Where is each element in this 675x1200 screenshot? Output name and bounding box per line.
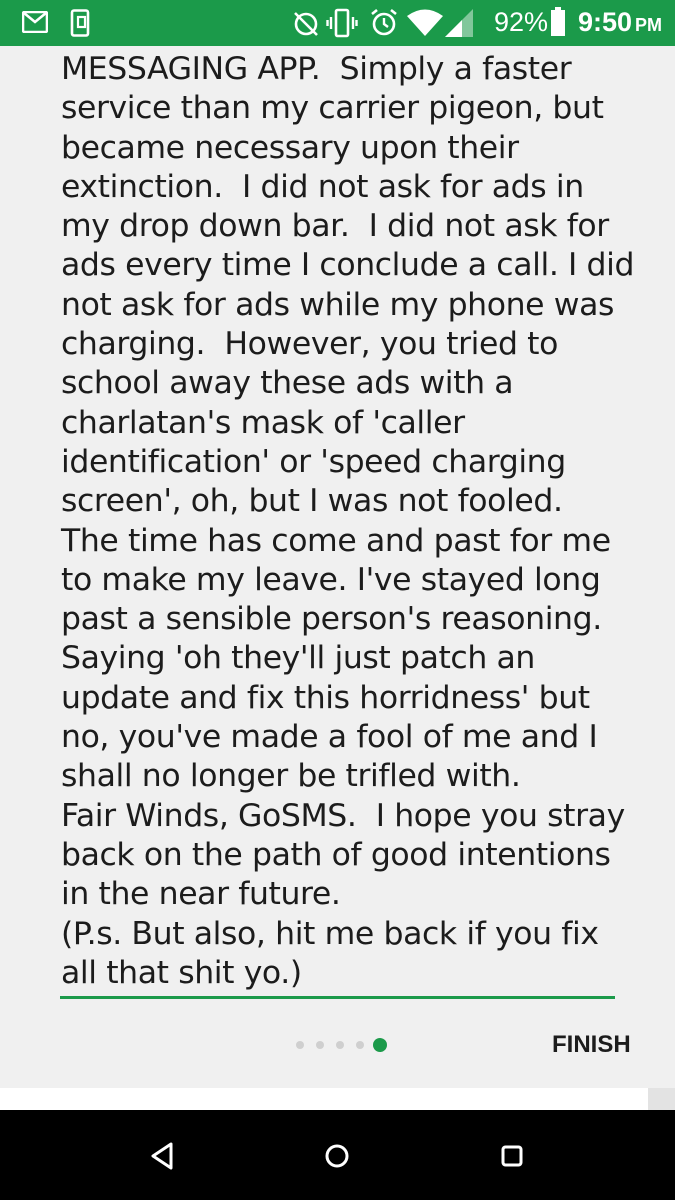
recents-icon[interactable] (494, 1138, 530, 1174)
clock: 9:50 PM (578, 7, 662, 38)
back-icon[interactable] (145, 1138, 181, 1174)
message-line: Fair Winds, GoSMS. I hope you stray (61, 797, 625, 834)
page-dot-active (373, 1038, 387, 1052)
message-line: charging. However, you tried to (61, 326, 558, 363)
device-screenshot-icon (70, 9, 90, 37)
message-line: update and fix this horridness' but (61, 679, 590, 716)
message-line: charlatan's mask of 'caller (61, 404, 465, 441)
navigation-bar (0, 1110, 675, 1200)
bottom-panel (0, 1088, 648, 1110)
message-line: screen', oh, but I was not fooled. (61, 483, 563, 520)
page-dot (336, 1041, 344, 1049)
page-dot (316, 1041, 324, 1049)
text-field-underline (60, 996, 615, 999)
message-line: MESSAGING APP. Simply a faster (61, 51, 572, 87)
message-line: to make my leave. I've stayed long (61, 561, 601, 598)
message-line: identification' or 'speed charging (61, 443, 566, 480)
page-dot (296, 1041, 304, 1049)
message-line: all that shit yo.) (61, 954, 302, 991)
status-bar: 92% 9:50 PM (0, 0, 675, 46)
sync-off-icon (294, 12, 318, 36)
message-line: not ask for ads while my phone was (61, 286, 615, 323)
message-line: no, you've made a fool of me and I (61, 719, 598, 756)
clock-time: 9:50 (578, 7, 633, 37)
home-icon[interactable] (319, 1138, 355, 1174)
message-line: (P.s. But also, hit me back if you fix (61, 915, 599, 952)
battery-icon (551, 7, 565, 36)
alarm-icon (371, 8, 397, 36)
onboarding-page: MESSAGING APP. Simply a faster service th… (0, 46, 675, 1088)
message-line: ads every time I conclude a call. I did (61, 247, 635, 284)
message-line: school away these ads with a (61, 365, 514, 402)
message-line: back on the path of good intentions (61, 836, 611, 873)
wifi-icon (407, 9, 443, 36)
message-line: past a sensible person's reasoning. (61, 601, 602, 638)
message-line: extinction. I did not ask for ads in (61, 168, 584, 205)
message-line: service than my carrier pigeon, but (61, 90, 604, 127)
cell-signal-icon (445, 9, 473, 37)
message-line: Saying 'oh they'll just patch an (61, 640, 535, 677)
clock-ampm: PM (635, 15, 663, 35)
battery-percent: 92% (494, 7, 549, 37)
message-line: became necessary upon their (61, 129, 519, 166)
message-line: in the near future. (61, 876, 341, 913)
message-line: shall no longer be trifled with. (61, 758, 521, 795)
message-line: my drop down bar. I did not ask for (61, 208, 609, 245)
message-textarea[interactable]: MESSAGING APP. Simply a faster service th… (61, 50, 635, 993)
vibrate-icon (326, 8, 358, 38)
finish-button[interactable]: FINISH (548, 1028, 635, 1062)
message-line: The time has come and past for me (61, 522, 611, 559)
page-dot (356, 1041, 364, 1049)
gmail-icon (22, 11, 48, 33)
